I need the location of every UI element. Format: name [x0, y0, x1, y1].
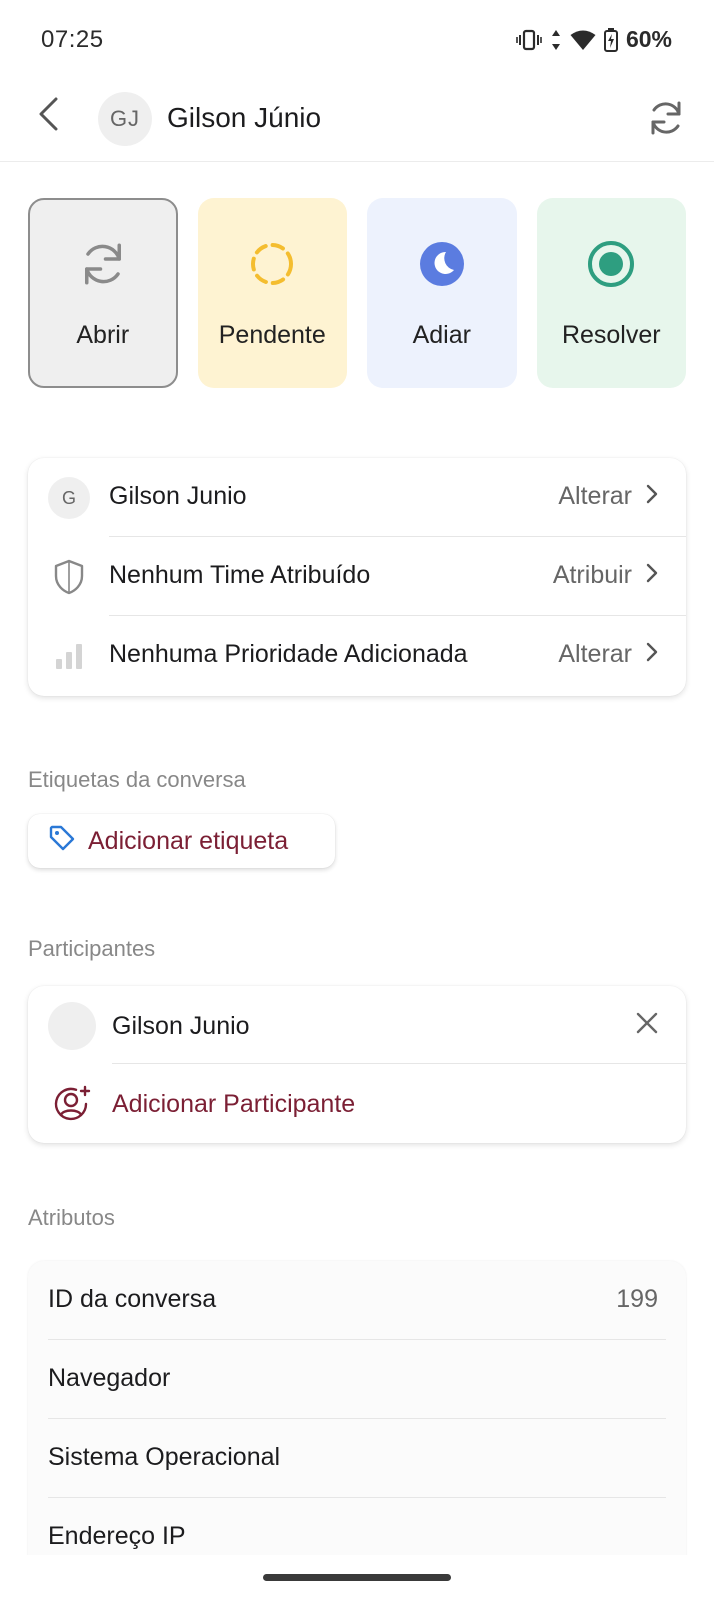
priority-bars-icon: [48, 635, 90, 677]
attribute-row-browser: Navegador: [28, 1340, 686, 1419]
snooze-button[interactable]: Adiar: [367, 198, 517, 388]
battery-charging-icon: [603, 27, 618, 52]
back-button[interactable]: [28, 96, 68, 136]
participant-row[interactable]: Gilson Junio: [28, 986, 686, 1064]
priority-row[interactable]: Nenhuma Prioridade Adicionada Alterar: [28, 616, 686, 695]
attribute-row-os: Sistema Operacional: [28, 1419, 686, 1498]
attribute-row-ip: Endereço IP: [48, 1522, 186, 1550]
add-user-icon: [50, 1082, 94, 1126]
participants-card: Gilson Junio Adicionar Participante: [28, 986, 686, 1143]
participant-name: Gilson Junio: [112, 1012, 250, 1040]
pending-label: Pendente: [218, 320, 326, 349]
team-row[interactable]: Nenhum Time Atribuído Atribuir: [28, 537, 686, 616]
assignee-row[interactable]: G Gilson Junio Alterar: [28, 458, 686, 537]
labels-section-title: Etiquetas da conversa: [28, 767, 246, 792]
status-time: 07:25: [41, 26, 104, 53]
attribute-row-conversation-id: ID da conversa 199: [28, 1261, 686, 1340]
chevron-right-icon: [646, 640, 658, 669]
close-icon: [636, 1012, 658, 1039]
refresh-button[interactable]: [642, 96, 690, 144]
chevron-left-icon: [36, 96, 60, 137]
conversation-id-value: 199: [616, 1285, 658, 1313]
participants-section-title: Participantes: [28, 936, 156, 961]
add-participant-button[interactable]: Adicionar Participante: [112, 1090, 355, 1119]
chevron-right-icon: [646, 561, 658, 590]
change-priority-button[interactable]: Alterar: [558, 640, 658, 669]
conversation-info-card: G Gilson Junio Alterar Nenhum Time Atrib…: [28, 458, 686, 696]
add-participant-row[interactable]: Adicionar Participante: [28, 1064, 686, 1142]
team-label: Nenhum Time Atribuído: [109, 561, 371, 589]
contact-avatar[interactable]: GJ: [98, 92, 152, 146]
add-label-button[interactable]: Adicionar etiqueta: [28, 814, 335, 868]
status-bar: 07:25 60%: [0, 0, 714, 80]
assign-team-button[interactable]: Atribuir: [553, 561, 658, 590]
chevron-right-icon: [646, 482, 658, 511]
attributes-card: ID da conversa 199 Navegador Sistema Ope…: [28, 1261, 686, 1561]
open-label: Abrir: [76, 320, 130, 349]
resolve-button[interactable]: Resolver: [536, 198, 687, 388]
priority-label: Nenhuma Prioridade Adicionada: [109, 640, 468, 668]
wifi-icon: [570, 29, 596, 51]
conversation-header: GJ Gilson Júnio: [0, 80, 714, 162]
open-button[interactable]: Abrir: [28, 198, 178, 388]
snooze-label: Adiar: [412, 320, 471, 349]
shield-icon: [48, 556, 90, 598]
refresh-icon: [646, 98, 686, 143]
contact-name[interactable]: Gilson Júnio: [167, 102, 321, 134]
assignee-name: Gilson Junio: [109, 482, 247, 510]
moon-icon: [415, 237, 469, 291]
radio-checked-icon: [584, 237, 638, 291]
attributes-section-title: Atributos: [28, 1205, 115, 1230]
change-assignee-button[interactable]: Alterar: [558, 482, 658, 511]
home-indicator[interactable]: [263, 1574, 451, 1581]
remove-participant-button[interactable]: [630, 1008, 664, 1042]
status-actions: Abrir Pendente Adiar Resolver: [28, 198, 687, 388]
pending-button[interactable]: Pendente: [197, 198, 348, 388]
dashed-circle-icon: [245, 237, 299, 291]
tag-icon: [48, 824, 76, 859]
resolve-label: Resolver: [561, 320, 661, 349]
assignee-avatar: G: [48, 477, 90, 519]
data-arrows-icon: [550, 29, 562, 51]
status-icons: 60%: [516, 26, 672, 53]
add-label-text: Adicionar etiqueta: [88, 826, 289, 855]
participant-avatar: [48, 1002, 96, 1050]
refresh-icon: [76, 237, 130, 291]
vibrate-icon: [516, 29, 542, 51]
battery-level: 60%: [625, 26, 672, 52]
